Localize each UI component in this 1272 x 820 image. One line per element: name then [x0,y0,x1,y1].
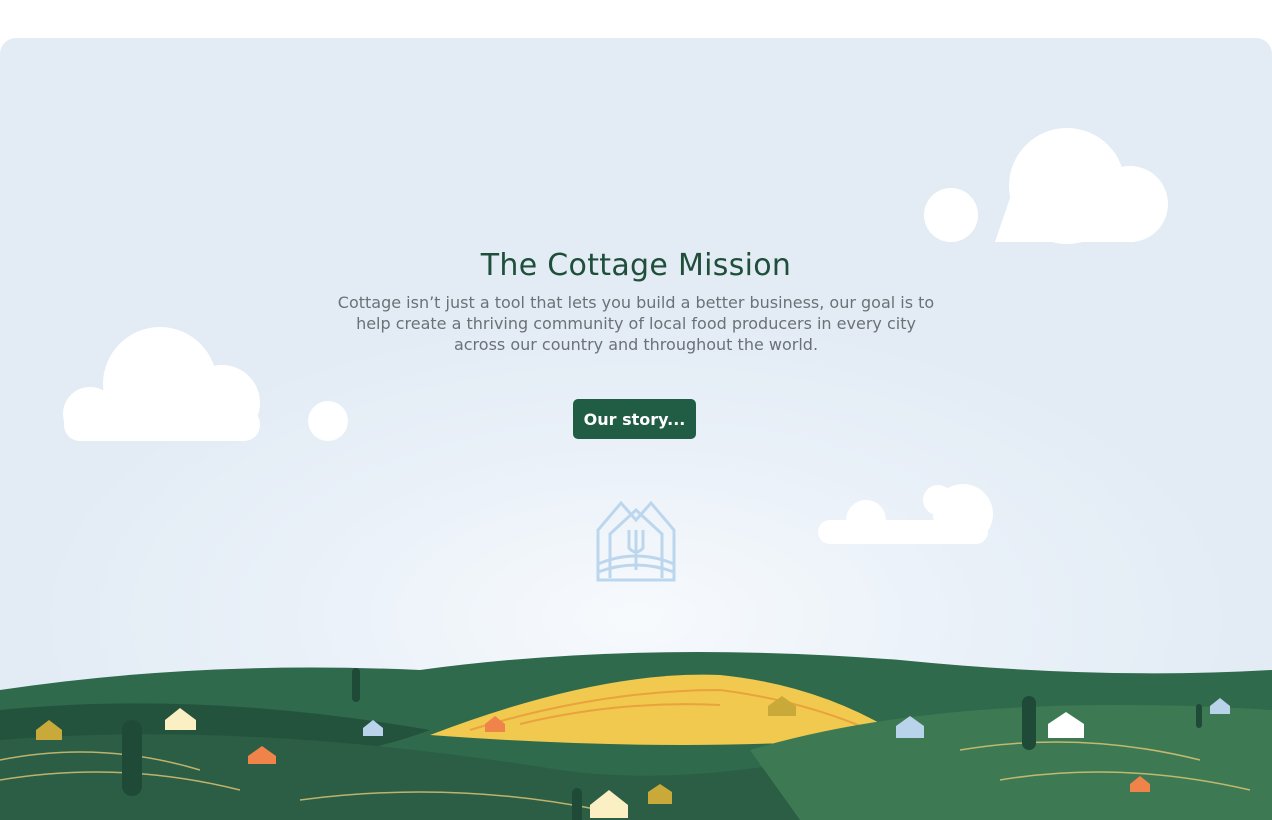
cloud-right [924,128,1168,244]
mission-hero: The Cottage Mission Cottage isn’t just a… [0,38,1272,820]
cloud-left [63,327,348,441]
page-title: The Cottage Mission [480,248,792,283]
our-story-button[interactable]: Our story... [573,399,696,439]
cloud-small [818,484,993,544]
mission-description: Cottage isn’t just a tool that lets you … [337,293,935,354]
farmland-illustration [0,652,1272,820]
house-fork-logo-icon [596,500,676,582]
